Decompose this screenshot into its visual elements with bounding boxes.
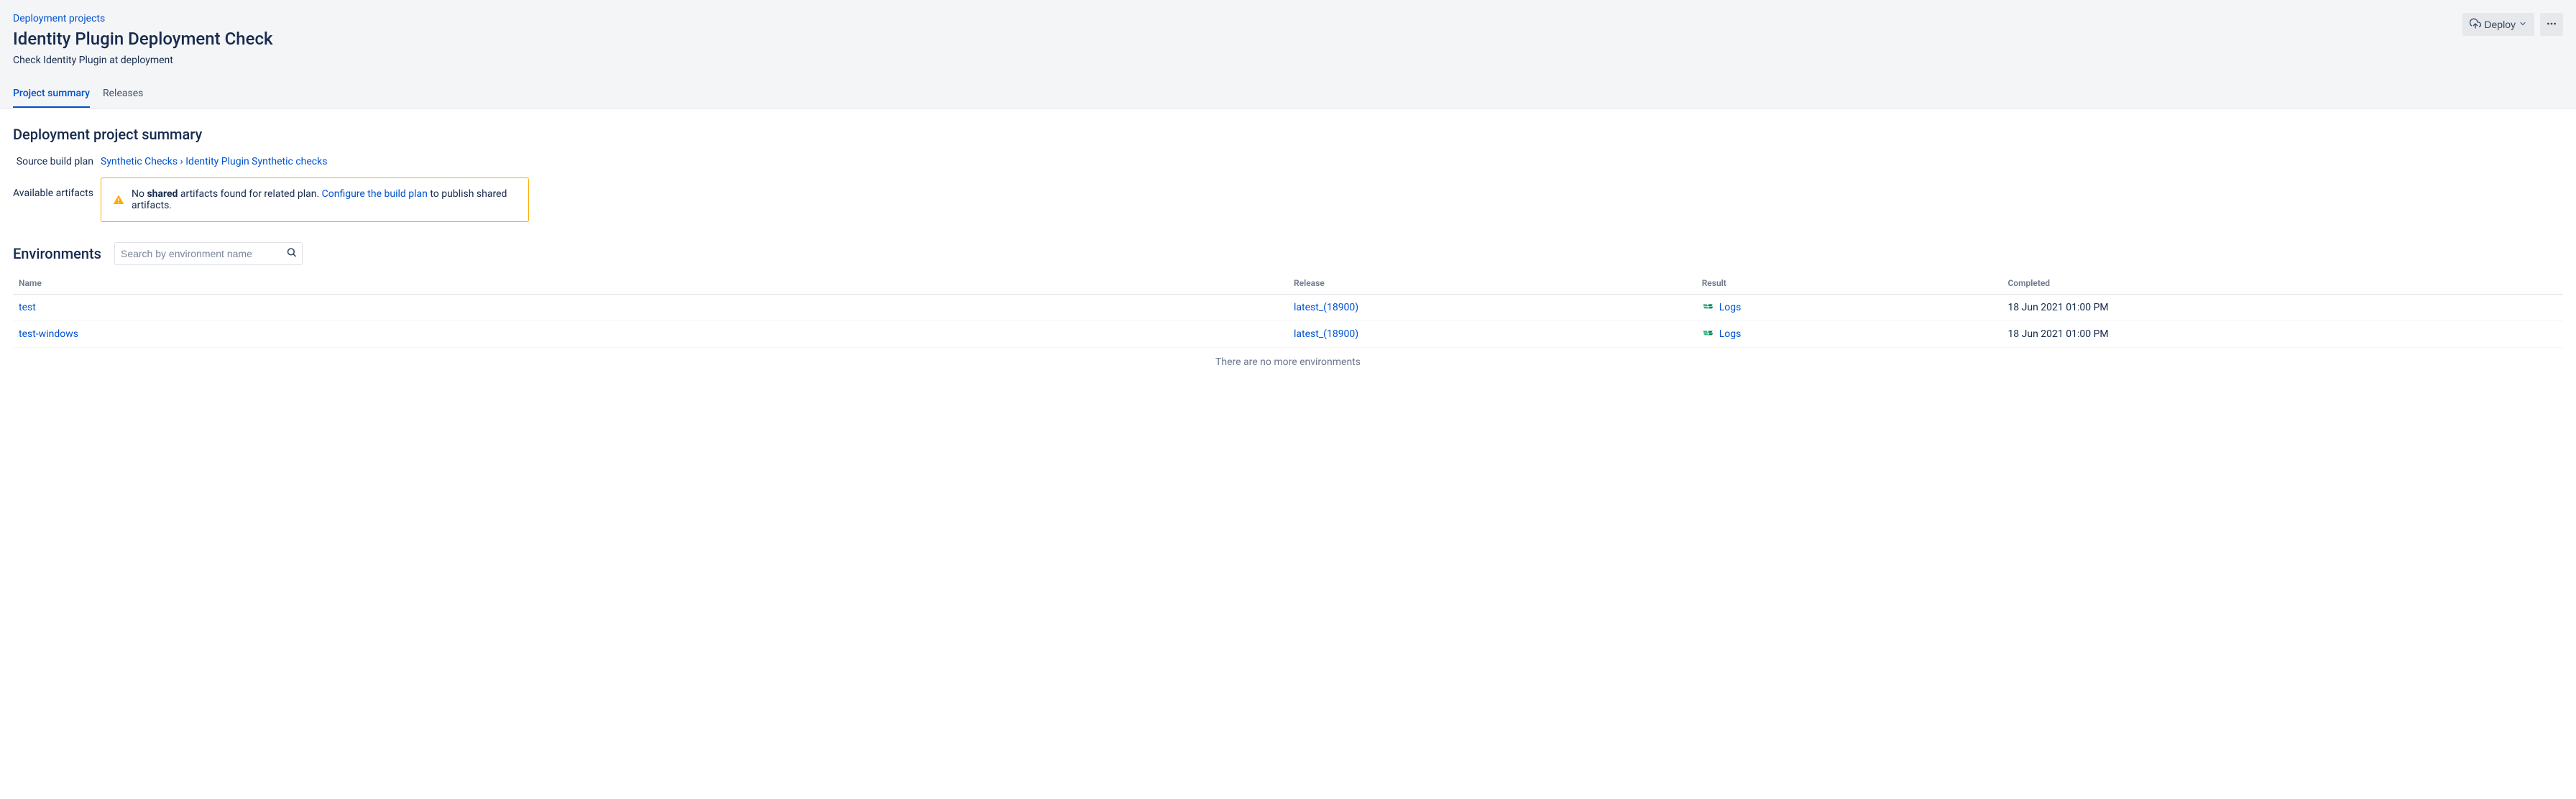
environment-search-input[interactable] (114, 242, 303, 265)
completed-time: 18 Jun 2021 01:00 PM (2002, 295, 2563, 321)
logs-link[interactable]: Logs (1719, 328, 1742, 340)
table-row: test-windows latest_(18900) Logs 18 Jun … (13, 321, 2563, 348)
release-link[interactable]: latest_(18900) (1294, 302, 1358, 313)
breadcrumb-separator: › (178, 156, 185, 167)
tab-project-summary[interactable]: Project summary (13, 82, 90, 108)
available-artifacts-label: Available artifacts (13, 177, 101, 199)
ellipsis-icon (2546, 18, 2557, 32)
source-build-plan-label: Source build plan (13, 156, 101, 167)
environments-heading: Environments (13, 245, 101, 262)
logs-link[interactable]: Logs (1719, 302, 1742, 313)
warning-text: No shared artifacts found for related pl… (132, 188, 517, 211)
environment-name-link[interactable]: test (19, 302, 36, 313)
more-actions-button[interactable] (2540, 13, 2563, 36)
tabs: Project summary Releases (13, 82, 2563, 108)
completed-time: 18 Jun 2021 01:00 PM (2002, 321, 2563, 348)
warning-text-bold: shared (147, 188, 178, 200)
deploy-button[interactable]: Deploy (2462, 13, 2534, 36)
deploy-cloud-icon (2470, 18, 2481, 32)
source-plan-link[interactable]: Identity Plugin Synthetic checks (185, 156, 327, 167)
configure-build-plan-link[interactable]: Configure the build plan (322, 188, 428, 200)
page-description: Check Identity Plugin at deployment (13, 55, 2563, 66)
breadcrumb-deployment-projects[interactable]: Deployment projects (13, 13, 105, 24)
result-success-icon (1702, 300, 1714, 315)
environments-table: Name Release Result Completed test lates… (13, 272, 2563, 348)
artifacts-warning: No shared artifacts found for related pl… (101, 177, 529, 222)
no-more-environments: There are no more environments (13, 348, 2563, 377)
tab-releases[interactable]: Releases (103, 82, 143, 108)
table-row: test latest_(18900) Logs 18 Jun 2021 01:… (13, 295, 2563, 321)
warning-icon (113, 194, 124, 205)
warning-text-mid: artifacts found for related plan. (178, 188, 321, 200)
summary-heading: Deployment project summary (13, 126, 2563, 143)
warning-text-prefix: No (132, 188, 147, 200)
release-link[interactable]: latest_(18900) (1294, 328, 1358, 340)
col-header-result: Result (1696, 272, 2002, 295)
chevron-down-icon (2518, 19, 2527, 30)
col-header-release: Release (1288, 272, 1696, 295)
col-header-completed: Completed (2002, 272, 2563, 295)
page-title: Identity Plugin Deployment Check (13, 29, 2563, 49)
search-icon (286, 247, 297, 261)
source-plan-project-link[interactable]: Synthetic Checks (101, 156, 178, 167)
environment-name-link[interactable]: test-windows (19, 328, 78, 340)
result-success-icon (1702, 327, 1714, 341)
col-header-name: Name (13, 272, 1288, 295)
deploy-button-label: Deploy (2484, 19, 2516, 30)
